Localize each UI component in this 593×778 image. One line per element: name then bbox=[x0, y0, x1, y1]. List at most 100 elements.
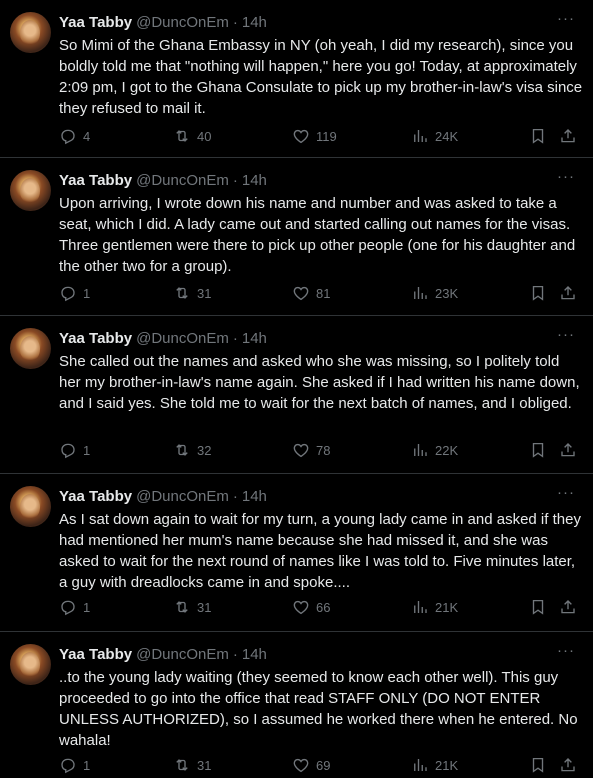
timestamp[interactable]: 14h bbox=[242, 488, 267, 505]
repost-icon bbox=[176, 444, 188, 456]
tweet[interactable]: Yaa Tabby @DuncOnEm · 14h ··· She called… bbox=[0, 316, 593, 474]
like-icon bbox=[293, 129, 309, 144]
author-handle[interactable]: @DuncOnEm bbox=[136, 488, 229, 505]
timestamp[interactable]: 14h bbox=[242, 14, 267, 31]
separator-dot: · bbox=[232, 329, 238, 347]
avatar[interactable] bbox=[10, 12, 51, 53]
separator-dot: · bbox=[232, 645, 238, 663]
repost-count: 32 bbox=[197, 442, 212, 458]
views-button[interactable]: 21K bbox=[411, 598, 458, 616]
reply-icon bbox=[61, 600, 75, 616]
views-icon bbox=[414, 130, 427, 142]
views-icon bbox=[414, 759, 427, 771]
repost-icon bbox=[176, 287, 188, 299]
tweet-header: Yaa Tabby @DuncOnEm · 14h bbox=[59, 644, 581, 664]
views-button[interactable]: 23K bbox=[411, 284, 458, 302]
reply-button[interactable]: 1 bbox=[59, 284, 90, 302]
share-button[interactable] bbox=[559, 598, 577, 616]
author-handle[interactable]: @DuncOnEm bbox=[136, 172, 229, 189]
views-count: 23K bbox=[435, 285, 459, 301]
views-icon bbox=[414, 287, 427, 299]
reply-button[interactable]: 1 bbox=[59, 441, 90, 459]
action-bar: 1 31 81 23K bbox=[59, 281, 585, 305]
tweet-text: As I sat down again to wait for my turn,… bbox=[59, 511, 581, 591]
repost-count: 40 bbox=[197, 128, 212, 144]
more-options-icon[interactable]: ··· bbox=[557, 484, 575, 501]
like-button[interactable]: 78 bbox=[292, 441, 330, 459]
share-button[interactable] bbox=[559, 756, 577, 774]
reply-button[interactable]: 1 bbox=[59, 598, 90, 616]
more-options-icon[interactable]: ··· bbox=[557, 326, 575, 343]
author-name[interactable]: Yaa Tabby bbox=[59, 172, 132, 189]
bookmark-button[interactable] bbox=[529, 127, 547, 145]
tweet-header: Yaa Tabby @DuncOnEm · 14h bbox=[59, 486, 581, 506]
repost-button[interactable]: 31 bbox=[173, 756, 211, 774]
like-count: 119 bbox=[316, 128, 337, 144]
bookmark-button[interactable] bbox=[529, 756, 547, 774]
author-name[interactable]: Yaa Tabby bbox=[59, 488, 132, 505]
repost-button[interactable]: 31 bbox=[173, 284, 211, 302]
reply-button[interactable]: 1 bbox=[59, 756, 90, 774]
like-count: 69 bbox=[316, 757, 331, 773]
avatar[interactable] bbox=[10, 328, 51, 369]
author-name[interactable]: Yaa Tabby bbox=[59, 330, 132, 347]
author-handle[interactable]: @DuncOnEm bbox=[136, 330, 229, 347]
reply-button[interactable]: 4 bbox=[59, 127, 90, 145]
share-button[interactable] bbox=[559, 284, 577, 302]
timestamp[interactable]: 14h bbox=[242, 172, 267, 189]
like-icon bbox=[293, 600, 309, 615]
share-button[interactable] bbox=[559, 127, 577, 145]
views-count: 21K bbox=[435, 599, 459, 615]
tweet-text: Upon arriving, I wrote down his name and… bbox=[59, 195, 576, 275]
like-button[interactable]: 69 bbox=[292, 756, 330, 774]
tweet[interactable]: Yaa Tabby @DuncOnEm · 14h ··· ..to the y… bbox=[0, 632, 593, 778]
views-button[interactable]: 21K bbox=[411, 756, 458, 774]
tweet[interactable]: Yaa Tabby @DuncOnEm · 14h ··· As I sat d… bbox=[0, 474, 593, 632]
like-button[interactable]: 81 bbox=[292, 284, 330, 302]
views-button[interactable]: 22K bbox=[411, 441, 458, 459]
bookmark-icon bbox=[532, 128, 544, 144]
like-icon bbox=[293, 286, 309, 301]
avatar[interactable] bbox=[10, 644, 51, 685]
bookmark-button[interactable] bbox=[529, 284, 547, 302]
author-handle[interactable]: @DuncOnEm bbox=[136, 646, 229, 663]
repost-icon bbox=[176, 759, 188, 771]
author-handle[interactable]: @DuncOnEm bbox=[136, 14, 229, 31]
action-bar: 1 32 78 22K bbox=[59, 438, 585, 462]
avatar[interactable] bbox=[10, 486, 51, 527]
repost-button[interactable]: 40 bbox=[173, 127, 211, 145]
views-count: 24K bbox=[435, 128, 459, 144]
timestamp[interactable]: 14h bbox=[242, 646, 267, 663]
share-icon bbox=[561, 286, 575, 300]
repost-button[interactable]: 32 bbox=[173, 441, 211, 459]
more-options-icon[interactable]: ··· bbox=[557, 168, 575, 185]
bookmark-icon bbox=[532, 285, 544, 301]
tweet-text: She called out the names and asked who s… bbox=[59, 353, 580, 412]
author-name[interactable]: Yaa Tabby bbox=[59, 14, 132, 31]
bookmark-button[interactable] bbox=[529, 598, 547, 616]
repost-button[interactable]: 31 bbox=[173, 598, 211, 616]
views-icon bbox=[414, 601, 427, 613]
tweet[interactable]: Yaa Tabby @DuncOnEm · 14h ··· Upon arriv… bbox=[0, 158, 593, 316]
bookmark-button[interactable] bbox=[529, 441, 547, 459]
more-options-icon[interactable]: ··· bbox=[557, 642, 575, 659]
bookmark-icon bbox=[532, 757, 544, 773]
action-bar: 4 40 119 24K bbox=[59, 124, 585, 148]
share-icon bbox=[561, 600, 575, 614]
separator-dot: · bbox=[232, 487, 238, 505]
views-count: 22K bbox=[435, 442, 459, 458]
like-button[interactable]: 66 bbox=[292, 598, 330, 616]
timestamp[interactable]: 14h bbox=[242, 330, 267, 347]
avatar[interactable] bbox=[10, 170, 51, 211]
share-button[interactable] bbox=[559, 441, 577, 459]
reply-count: 1 bbox=[83, 285, 91, 301]
share-icon bbox=[561, 129, 575, 143]
reply-count: 4 bbox=[83, 128, 91, 144]
tweet[interactable]: Yaa Tabby @DuncOnEm · 14h ··· So Mimi of… bbox=[0, 0, 593, 158]
like-button[interactable]: 119 bbox=[292, 127, 337, 145]
reply-count: 1 bbox=[83, 599, 91, 615]
reply-icon bbox=[61, 758, 75, 774]
author-name[interactable]: Yaa Tabby bbox=[59, 646, 132, 663]
views-button[interactable]: 24K bbox=[411, 127, 458, 145]
more-options-icon[interactable]: ··· bbox=[557, 10, 575, 27]
